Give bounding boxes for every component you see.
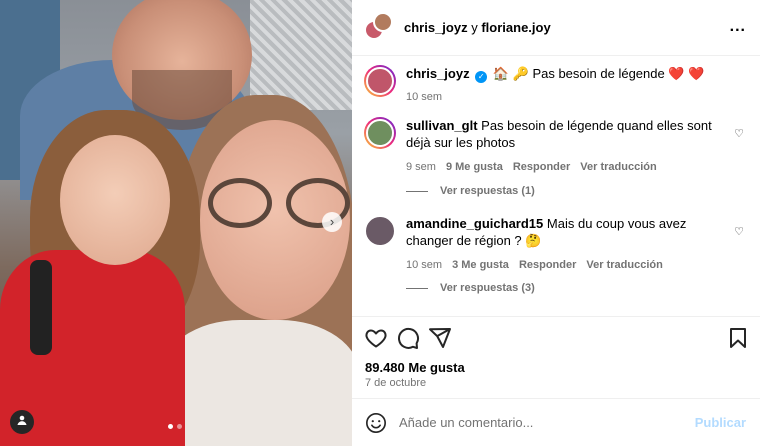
heart-icon[interactable] <box>364 326 388 350</box>
view-replies-label: Ver respuestas (3) <box>440 282 535 294</box>
avatar[interactable] <box>364 215 396 247</box>
photo-background-lattice <box>250 0 352 110</box>
bookmark-icon[interactable] <box>726 326 750 350</box>
photo-girl-face <box>60 135 170 265</box>
post-header: chris_joyz y floriane.joy ... <box>352 0 760 56</box>
comment-item: amandine_guichard15 Mais du coup vous av… <box>364 215 754 274</box>
caption-username[interactable]: chris_joyz <box>406 66 470 81</box>
photo-keys <box>30 260 52 355</box>
collab-avatars[interactable] <box>364 11 396 44</box>
view-replies-button[interactable]: Ver respuestas (1) <box>406 185 535 197</box>
post-photo[interactable]: › <box>0 0 352 446</box>
photo-woman-body <box>160 320 352 446</box>
post-actions <box>352 316 760 356</box>
publish-button[interactable]: Publicar <box>695 415 746 430</box>
reply-button[interactable]: Responder <box>519 257 576 274</box>
post-side-panel: chris_joyz y floriane.joy ... chris_joyz… <box>352 0 760 446</box>
author-separator: y <box>471 20 478 35</box>
author-link-1[interactable]: chris_joyz <box>404 20 468 35</box>
comment-composer: Publicar <box>352 398 760 446</box>
post-date[interactable]: 7 de octubre <box>365 377 426 389</box>
replies-line <box>406 190 428 192</box>
heart-icon[interactable]: ♡ <box>734 225 744 238</box>
author-link-2[interactable]: floriane.joy <box>481 20 550 35</box>
carousel-dots <box>168 424 182 429</box>
chevron-right-icon[interactable]: › <box>322 212 342 232</box>
translate-button[interactable]: Ver traducción <box>580 159 656 176</box>
share-icon[interactable] <box>428 326 452 350</box>
caption-time[interactable]: 10 sem <box>406 89 442 106</box>
emoji-icon[interactable] <box>365 412 387 434</box>
comment-likes[interactable]: 9 Me gusta <box>446 159 503 176</box>
user-tag-icon[interactable] <box>10 410 34 434</box>
comment-icon[interactable] <box>396 326 420 350</box>
avatar[interactable] <box>364 117 396 149</box>
post-modal: › chris_joyz y floriane.joy ... chris_jo… <box>0 0 760 446</box>
view-replies-button[interactable]: Ver respuestas (3) <box>406 282 535 294</box>
replies-line <box>406 287 428 289</box>
like-count[interactable]: 89.480 Me gusta <box>365 360 465 375</box>
comment-item: sullivan_glt Pas besoin de légende quand… <box>364 117 754 176</box>
comment-username[interactable]: sullivan_glt <box>406 118 478 133</box>
caption-text: 🏠 🔑 Pas besoin de légende ❤️ ❤️ <box>492 66 705 81</box>
more-options-button[interactable]: ... <box>730 18 746 36</box>
comment-likes[interactable]: 3 Me gusta <box>452 257 509 274</box>
comment-time[interactable]: 10 sem <box>406 257 442 274</box>
avatar <box>373 11 393 32</box>
heart-icon[interactable]: ♡ <box>734 127 744 140</box>
view-replies-label: Ver respuestas (1) <box>440 185 535 197</box>
post-authors: chris_joyz y floriane.joy <box>404 20 551 35</box>
carousel-dot-active <box>168 424 173 429</box>
comment-username[interactable]: amandine_guichard15 <box>406 216 543 231</box>
reply-button[interactable]: Responder <box>513 159 570 176</box>
caption-item: chris_joyz ✓ 🏠 🔑 Pas besoin de légende ❤… <box>364 65 754 106</box>
comment-time[interactable]: 9 sem <box>406 159 436 176</box>
comment-input[interactable] <box>399 415 679 430</box>
carousel-dot <box>177 424 182 429</box>
translate-button[interactable]: Ver traducción <box>586 257 662 274</box>
comments-list[interactable]: chris_joyz ✓ 🏠 🔑 Pas besoin de légende ❤… <box>352 57 760 316</box>
avatar[interactable] <box>364 65 396 97</box>
verified-icon: ✓ <box>475 71 488 83</box>
